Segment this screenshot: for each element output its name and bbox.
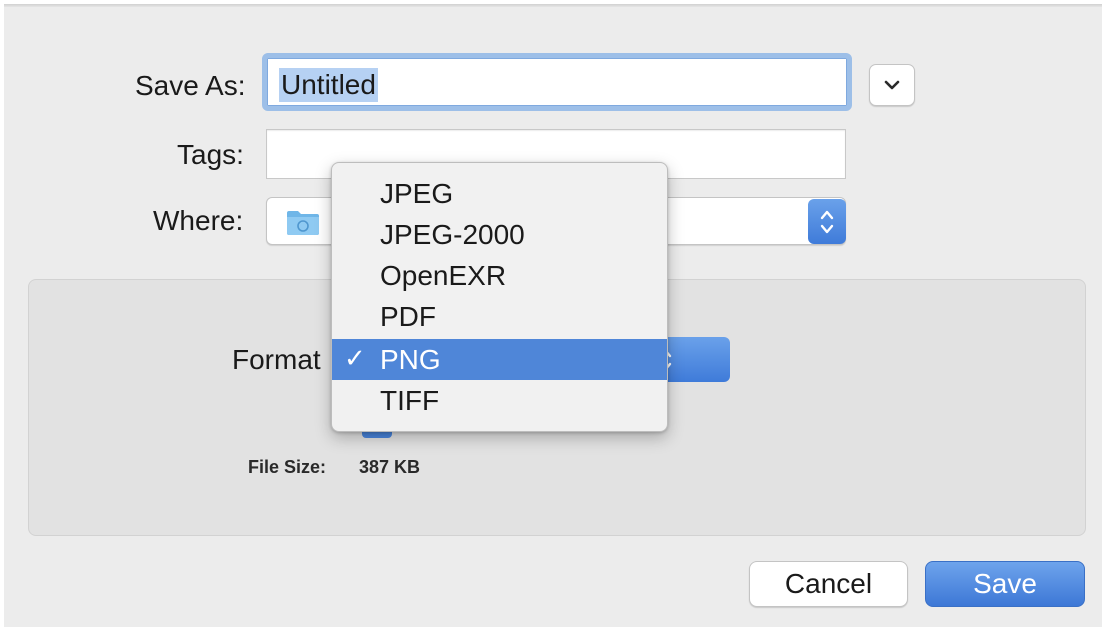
format-menu-item-label: JPEG [380,178,454,209]
format-menu-item-selected[interactable]: ✓ PNG [332,339,667,380]
file-size-label: File Size: [248,457,327,477]
format-menu-item-label: JPEG-2000 [380,219,525,250]
format-menu-item[interactable]: TIFF [332,380,667,421]
file-size-value: 387 KB [359,457,421,477]
save-as-input[interactable]: Untitled [262,53,852,111]
checkmark-icon: ✓ [344,344,366,374]
format-menu-item[interactable]: OpenEXR [332,255,667,296]
format-menu-item-label: TIFF [380,385,440,416]
dialog-top-edge [4,4,1102,7]
where-stepper[interactable] [808,199,846,244]
format-menu-item[interactable]: JPEG-2000 [332,214,667,255]
folder-icon [287,211,319,235]
format-menu-item-label: OpenEXR [380,260,507,291]
format-menu-item[interactable]: JPEG [332,173,667,214]
format-label: Format [232,344,321,375]
chevron-down-icon [884,80,900,90]
cancel-button[interactable]: Cancel [749,561,908,607]
up-down-arrows-icon [820,210,834,234]
format-menu-item[interactable]: PDF [332,296,667,337]
save-button[interactable]: Save [925,561,1085,607]
where-label: Where: [153,205,244,236]
format-menu: JPEG JPEG-2000 OpenEXR PDF ✓ PNG TIFF [331,162,668,432]
save-as-value: Untitled [279,68,378,102]
expand-dialog-button[interactable] [869,64,915,106]
save-as-label: Save As: [135,70,246,101]
tags-label: Tags: [177,139,244,170]
format-menu-item-label: PDF [380,301,436,332]
format-menu-item-label: PNG [380,344,441,375]
